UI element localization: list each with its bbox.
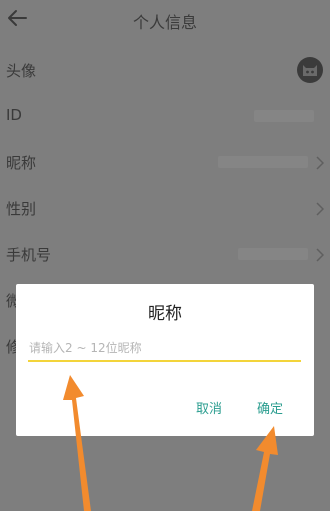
cat-avatar-icon (303, 65, 317, 76)
dialog-title: 昵称 (148, 304, 182, 324)
nickname-dialog: 昵称 取消 确定 (16, 284, 314, 436)
cancel-button[interactable]: 取消 (196, 398, 222, 417)
row-label-avatar: 头像 (6, 62, 37, 80)
row-label-id: ID (6, 106, 22, 124)
row-label-phone: 手机号 (6, 246, 52, 264)
chevron-right-icon (316, 247, 325, 262)
confirm-button[interactable]: 确定 (257, 398, 283, 417)
header: 个人信息 (0, 0, 330, 38)
avatar[interactable] (297, 57, 323, 83)
row-nickname[interactable]: 昵称 (0, 139, 330, 185)
row-phone[interactable]: 手机号 (0, 231, 330, 277)
id-value-redacted (254, 110, 314, 122)
row-avatar[interactable]: 头像 (0, 47, 330, 93)
row-gender[interactable]: 性别 (0, 185, 330, 231)
chevron-right-icon (316, 201, 325, 216)
row-id: ID (0, 93, 330, 139)
chevron-right-icon (316, 155, 325, 170)
nickname-value-redacted (218, 156, 308, 168)
phone-value-redacted (238, 248, 308, 260)
page-title: 个人信息 (132, 13, 197, 32)
nickname-input[interactable] (28, 336, 301, 362)
row-label-nickname: 昵称 (6, 154, 37, 172)
row-label-gender: 性别 (6, 200, 37, 218)
